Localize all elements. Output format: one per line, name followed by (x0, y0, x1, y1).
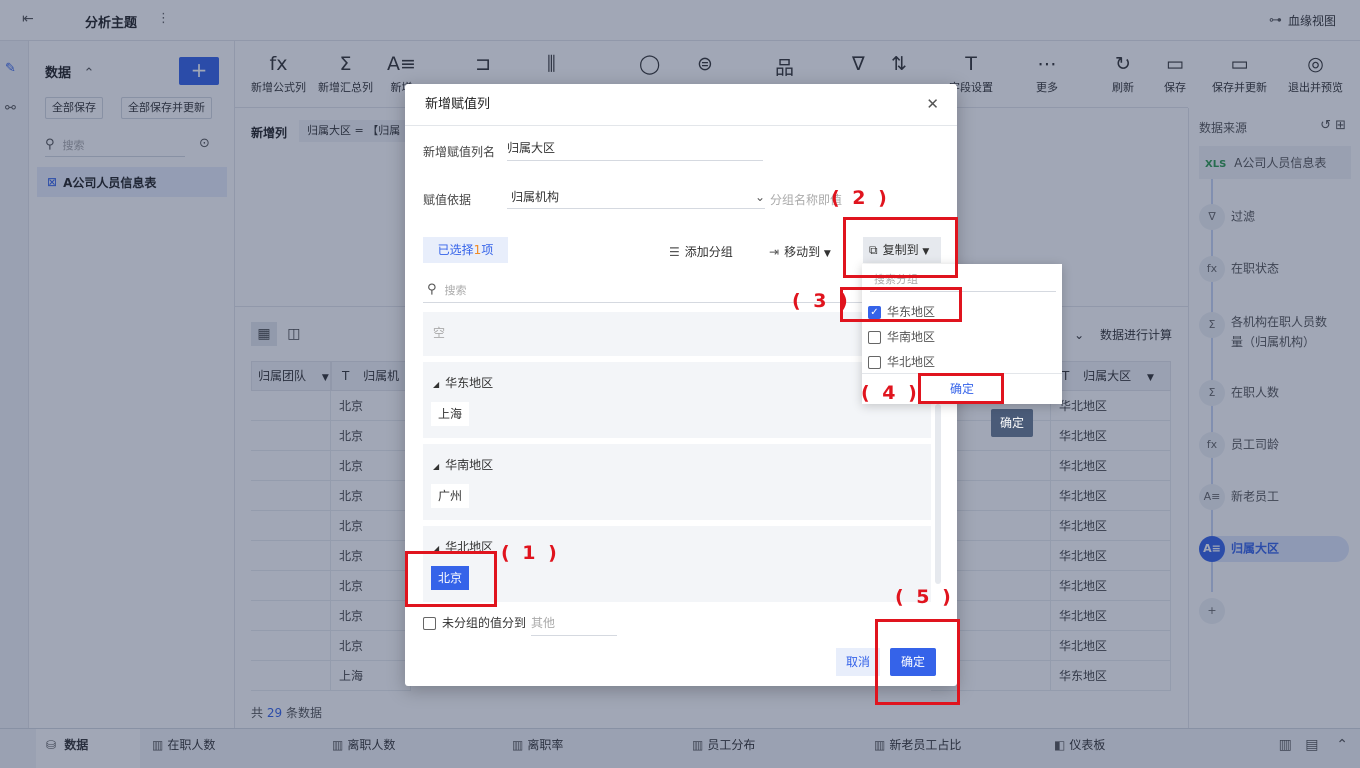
annotation-box-4 (918, 373, 1004, 404)
ungrouped-option[interactable]: 未分组的值分到 (423, 614, 526, 631)
selected-suffix: 项 (481, 243, 494, 257)
dialog-title: 新增赋值列 (405, 84, 957, 126)
annotation-box-1 (405, 551, 497, 607)
empty-label: 空 (433, 326, 446, 340)
search-icon: ⚲ (427, 282, 437, 297)
move-to-label: 移动到 (784, 245, 821, 259)
close-icon[interactable]: ✕ (926, 95, 939, 113)
group-name[interactable]: ◢ 华南地区 (433, 456, 493, 473)
annotation-label-2: ( 2 ) (831, 187, 890, 209)
option-south[interactable]: 华南地区 (868, 328, 935, 345)
annotation-box-2 (843, 217, 958, 278)
basis-select[interactable]: 归属机构 ⌄ (507, 185, 765, 209)
scrollbar[interactable] (935, 404, 941, 584)
group-east: ◢ 华东地区 上海 (423, 362, 931, 438)
annotation-label-5: ( 5 ) (895, 586, 954, 608)
cancel-button[interactable]: 取消 (836, 648, 880, 676)
add-group-icon: ☰ (669, 245, 680, 259)
group-name-label: 华东地区 (445, 376, 494, 390)
ungrouped-input[interactable]: 其他 (531, 612, 617, 636)
checkbox[interactable] (868, 356, 881, 369)
annotation-label-4: ( 4 ) (861, 382, 920, 404)
option-north[interactable]: 华北地区 (868, 353, 935, 370)
option-label: 华北地区 (887, 355, 936, 369)
annotation-box-3 (840, 287, 962, 322)
search-placeholder: 搜索 (444, 283, 467, 297)
checkbox[interactable] (423, 617, 436, 630)
group-south: ◢ 华南地区 广州 (423, 444, 931, 520)
move-icon: ⇥ (769, 245, 780, 259)
annotation-box-5 (875, 619, 960, 705)
member-chip[interactable]: 上海 (431, 402, 470, 426)
chevron-down-icon: ⌄ (754, 189, 765, 204)
group-name-label: 华南地区 (445, 458, 494, 472)
checkbox[interactable] (868, 331, 881, 344)
add-group-button[interactable]: ☰ 添加分组 (669, 243, 733, 260)
caret-down-icon: ▼ (823, 249, 831, 259)
triangle-down-icon: ◢ (433, 462, 440, 471)
selected-count: 已选择1项 (423, 237, 508, 263)
option-label: 华南地区 (887, 330, 936, 344)
triangle-down-icon: ◢ (433, 380, 440, 389)
member-chip[interactable]: 广州 (431, 484, 470, 508)
column-name-input[interactable]: 归属大区 (507, 137, 763, 161)
background-ok-button: 确定 (991, 409, 1033, 437)
basis-value: 归属机构 (511, 189, 560, 204)
group-name[interactable]: ◢ 华东地区 (433, 374, 493, 391)
move-to-button[interactable]: ⇥ 移动到 ▼ (769, 243, 831, 260)
basis-label: 赋值依据 (423, 193, 472, 207)
annotation-label-3: ( 3 ) (792, 290, 851, 312)
selected-prefix: 已选择 (437, 243, 474, 257)
ungrouped-label: 未分组的值分到 (442, 616, 527, 630)
annotation-label-1: ( 1 ) (501, 542, 560, 564)
column-name-label: 新增赋值列名 (423, 145, 496, 159)
add-group-label: 添加分组 (684, 245, 733, 259)
group-north: ◢ 华北地区 北京 (423, 526, 931, 602)
